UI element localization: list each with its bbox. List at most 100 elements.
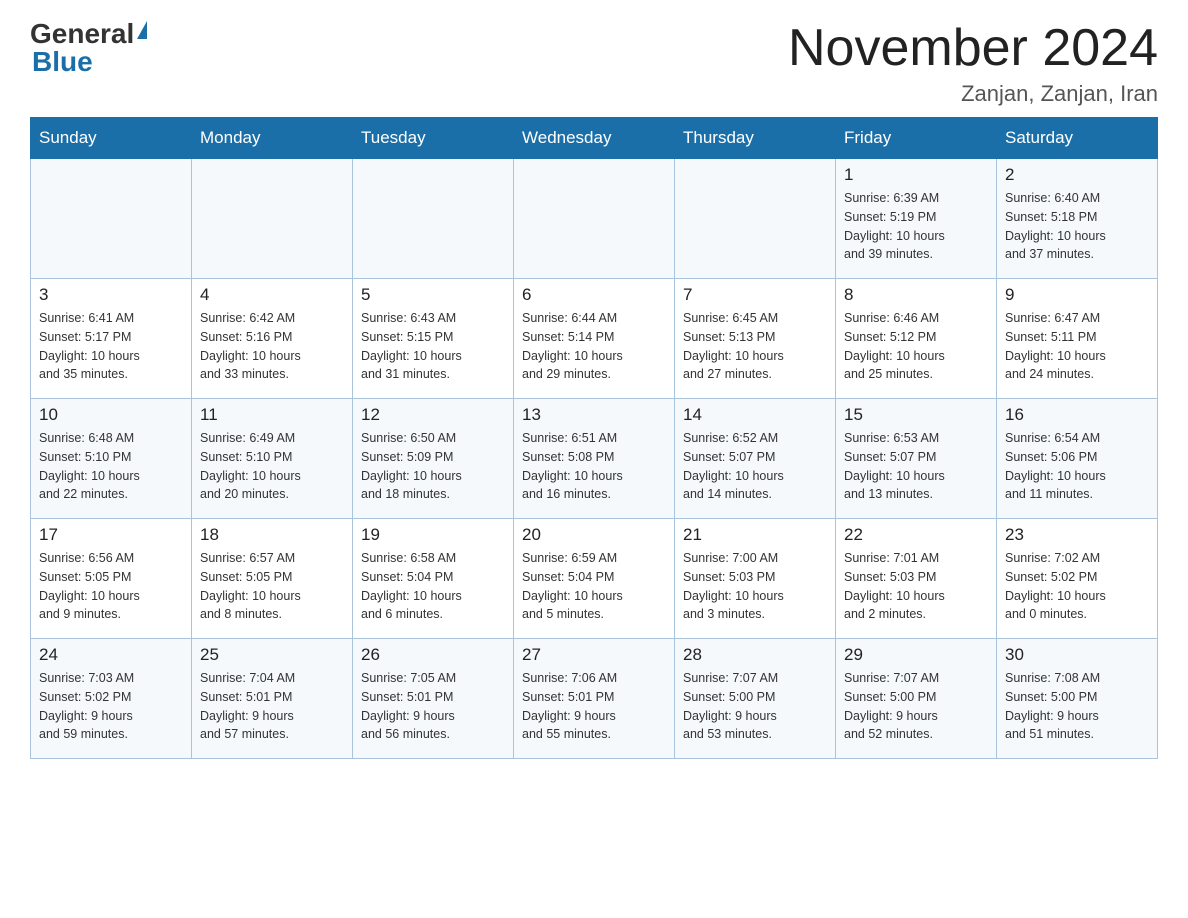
day-cell-4-5: 29Sunrise: 7:07 AM Sunset: 5:00 PM Dayli… [836, 639, 997, 759]
day-info: Sunrise: 7:07 AM Sunset: 5:00 PM Dayligh… [683, 669, 827, 744]
week-row-3: 10Sunrise: 6:48 AM Sunset: 5:10 PM Dayli… [31, 399, 1158, 519]
week-row-2: 3 Sunrise: 6:41 AM Sunset: 5:17 PM Daylig… [31, 279, 1158, 399]
day-info: Sunrise: 6:50 AM Sunset: 5:09 PM Dayligh… [361, 429, 505, 504]
day-cell-3-6: 23 Sunrise: 7:02 AM Sunset: 5:02 PM Dayli… [997, 519, 1158, 639]
day-cell-3-3: 20 Sunrise: 6:59 AM Sunset: 5:04 PM Dayli… [514, 519, 675, 639]
logo: General Blue [30, 20, 147, 76]
day-cell-1-6: 9 Sunrise: 6:47 AM Sunset: 5:11 PM Daylig… [997, 279, 1158, 399]
day-info: Sunrise: 7:04 AM Sunset: 5:01 PM Dayligh… [200, 669, 344, 744]
day-info: Sunrise: 6:58 AM Sunset: 5:04 PM Dayligh… [361, 549, 505, 624]
calendar-title: November 2024 [788, 20, 1158, 77]
day-cell-4-3: 27 Sunrise: 7:06 AM Sunset: 5:01 PM Dayli… [514, 639, 675, 759]
day-cell-3-4: 21 Sunrise: 7:00 AM Sunset: 5:03 PM Dayli… [675, 519, 836, 639]
weekday-header-row: Sunday Monday Tuesday Wednesday Thursday… [31, 118, 1158, 159]
day-number: 19 [361, 525, 505, 545]
week-row-1: 1 Sunrise: 6:39 AM Sunset: 5:19 PM Daylig… [31, 159, 1158, 279]
day-number: 13 [522, 405, 666, 425]
day-cell-2-5: 15 Sunrise: 6:53 AM Sunset: 5:07 PM Dayli… [836, 399, 997, 519]
day-cell-2-1: 11 Sunrise: 6:49 AM Sunset: 5:10 PM Dayli… [192, 399, 353, 519]
day-number: 20 [522, 525, 666, 545]
day-cell-0-2 [353, 159, 514, 279]
day-number: 1 [844, 165, 988, 185]
day-info: Sunrise: 7:02 AM Sunset: 5:02 PM Dayligh… [1005, 549, 1149, 624]
day-info: Sunrise: 6:49 AM Sunset: 5:10 PM Dayligh… [200, 429, 344, 504]
day-cell-4-2: 26 Sunrise: 7:05 AM Sunset: 5:01 PM Dayli… [353, 639, 514, 759]
day-cell-3-2: 19 Sunrise: 6:58 AM Sunset: 5:04 PM Dayli… [353, 519, 514, 639]
day-cell-0-3 [514, 159, 675, 279]
day-number: 24 [39, 645, 183, 665]
day-cell-0-1 [192, 159, 353, 279]
day-number: 4 [200, 285, 344, 305]
calendar-subtitle: Zanjan, Zanjan, Iran [788, 81, 1158, 107]
day-cell-2-4: 14 Sunrise: 6:52 AM Sunset: 5:07 PM Dayli… [675, 399, 836, 519]
day-number: 28 [683, 645, 827, 665]
day-number: 10 [39, 405, 183, 425]
logo-blue-text: Blue [32, 46, 93, 77]
day-info: Sunrise: 7:05 AM Sunset: 5:01 PM Dayligh… [361, 669, 505, 744]
header-tuesday: Tuesday [353, 118, 514, 159]
day-cell-1-2: 5 Sunrise: 6:43 AM Sunset: 5:15 PM Daylig… [353, 279, 514, 399]
day-number: 23 [1005, 525, 1149, 545]
day-info: Sunrise: 7:00 AM Sunset: 5:03 PM Dayligh… [683, 549, 827, 624]
day-cell-3-1: 18 Sunrise: 6:57 AM Sunset: 5:05 PM Dayli… [192, 519, 353, 639]
header-thursday: Thursday [675, 118, 836, 159]
day-info: Sunrise: 6:39 AM Sunset: 5:19 PM Dayligh… [844, 189, 988, 264]
day-info: Sunrise: 6:46 AM Sunset: 5:12 PM Dayligh… [844, 309, 988, 384]
day-number: 7 [683, 285, 827, 305]
day-info: Sunrise: 6:45 AM Sunset: 5:13 PM Dayligh… [683, 309, 827, 384]
header-wednesday: Wednesday [514, 118, 675, 159]
day-number: 16 [1005, 405, 1149, 425]
header-saturday: Saturday [997, 118, 1158, 159]
day-number: 12 [361, 405, 505, 425]
day-cell-2-6: 16Sunrise: 6:54 AM Sunset: 5:06 PM Dayli… [997, 399, 1158, 519]
day-number: 26 [361, 645, 505, 665]
day-info: Sunrise: 7:08 AM Sunset: 5:00 PM Dayligh… [1005, 669, 1149, 744]
day-cell-1-5: 8 Sunrise: 6:46 AM Sunset: 5:12 PM Daylig… [836, 279, 997, 399]
day-number: 27 [522, 645, 666, 665]
day-number: 5 [361, 285, 505, 305]
day-cell-4-6: 30 Sunrise: 7:08 AM Sunset: 5:00 PM Dayli… [997, 639, 1158, 759]
header-monday: Monday [192, 118, 353, 159]
day-number: 21 [683, 525, 827, 545]
day-info: Sunrise: 7:03 AM Sunset: 5:02 PM Dayligh… [39, 669, 183, 744]
day-cell-0-5: 1 Sunrise: 6:39 AM Sunset: 5:19 PM Daylig… [836, 159, 997, 279]
day-info: Sunrise: 6:42 AM Sunset: 5:16 PM Dayligh… [200, 309, 344, 384]
week-row-5: 24 Sunrise: 7:03 AM Sunset: 5:02 PM Dayli… [31, 639, 1158, 759]
day-cell-1-3: 6Sunrise: 6:44 AM Sunset: 5:14 PM Daylig… [514, 279, 675, 399]
day-cell-4-0: 24 Sunrise: 7:03 AM Sunset: 5:02 PM Dayli… [31, 639, 192, 759]
day-info: Sunrise: 6:43 AM Sunset: 5:15 PM Dayligh… [361, 309, 505, 384]
day-number: 6 [522, 285, 666, 305]
day-info: Sunrise: 6:41 AM Sunset: 5:17 PM Dayligh… [39, 309, 183, 384]
day-cell-4-4: 28 Sunrise: 7:07 AM Sunset: 5:00 PM Dayli… [675, 639, 836, 759]
day-number: 3 [39, 285, 183, 305]
day-info: Sunrise: 7:07 AM Sunset: 5:00 PM Dayligh… [844, 669, 988, 744]
day-info: Sunrise: 6:47 AM Sunset: 5:11 PM Dayligh… [1005, 309, 1149, 384]
day-cell-4-1: 25 Sunrise: 7:04 AM Sunset: 5:01 PM Dayli… [192, 639, 353, 759]
page-header: General Blue November 2024 Zanjan, Zanja… [30, 20, 1158, 107]
day-info: Sunrise: 6:53 AM Sunset: 5:07 PM Dayligh… [844, 429, 988, 504]
day-cell-1-4: 7 Sunrise: 6:45 AM Sunset: 5:13 PM Daylig… [675, 279, 836, 399]
day-info: Sunrise: 7:01 AM Sunset: 5:03 PM Dayligh… [844, 549, 988, 624]
day-number: 22 [844, 525, 988, 545]
day-number: 2 [1005, 165, 1149, 185]
day-info: Sunrise: 6:51 AM Sunset: 5:08 PM Dayligh… [522, 429, 666, 504]
day-cell-3-5: 22 Sunrise: 7:01 AM Sunset: 5:03 PM Dayli… [836, 519, 997, 639]
calendar-table: Sunday Monday Tuesday Wednesday Thursday… [30, 117, 1158, 759]
day-info: Sunrise: 6:56 AM Sunset: 5:05 PM Dayligh… [39, 549, 183, 624]
day-number: 9 [1005, 285, 1149, 305]
logo-triangle-icon [137, 21, 147, 39]
day-number: 30 [1005, 645, 1149, 665]
day-info: Sunrise: 7:06 AM Sunset: 5:01 PM Dayligh… [522, 669, 666, 744]
day-number: 8 [844, 285, 988, 305]
day-cell-3-0: 17Sunrise: 6:56 AM Sunset: 5:05 PM Dayli… [31, 519, 192, 639]
day-number: 18 [200, 525, 344, 545]
day-cell-2-2: 12 Sunrise: 6:50 AM Sunset: 5:09 PM Dayli… [353, 399, 514, 519]
day-number: 11 [200, 405, 344, 425]
day-info: Sunrise: 6:57 AM Sunset: 5:05 PM Dayligh… [200, 549, 344, 624]
day-number: 15 [844, 405, 988, 425]
logo-general-text: General [30, 20, 134, 48]
day-number: 14 [683, 405, 827, 425]
day-info: Sunrise: 6:52 AM Sunset: 5:07 PM Dayligh… [683, 429, 827, 504]
day-info: Sunrise: 6:59 AM Sunset: 5:04 PM Dayligh… [522, 549, 666, 624]
day-number: 25 [200, 645, 344, 665]
